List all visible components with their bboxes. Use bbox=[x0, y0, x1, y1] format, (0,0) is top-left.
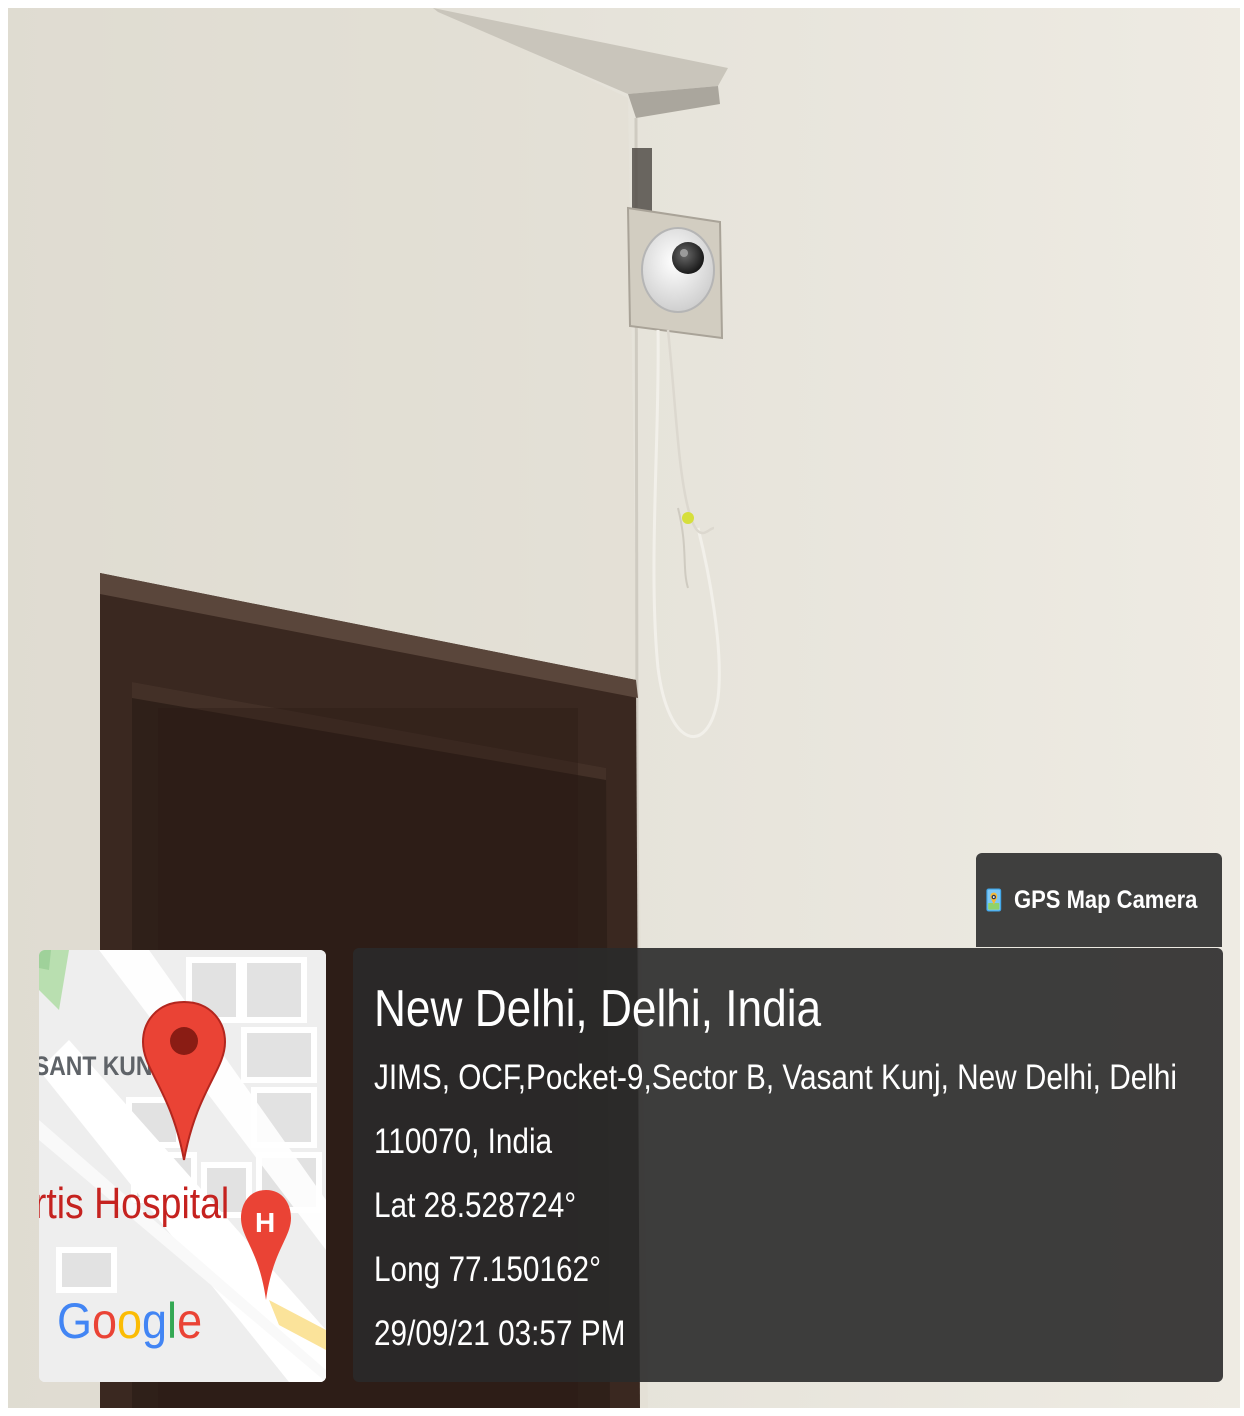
longitude-value: Long 77.150162° bbox=[374, 1250, 601, 1289]
datetime-value: 29/09/21 03:57 PM bbox=[374, 1314, 626, 1353]
gps-map-camera-app-icon bbox=[986, 888, 1002, 912]
address-line-2: 110070, India bbox=[374, 1122, 553, 1161]
cable-tie bbox=[682, 512, 694, 524]
location-info-panel: New Delhi, Delhi, India JIMS, OCF,Pocket… bbox=[353, 948, 1223, 1382]
location-title: New Delhi, Delhi, India bbox=[374, 980, 822, 1038]
latitude-value: Lat 28.528724° bbox=[374, 1186, 577, 1225]
cable-hole bbox=[632, 148, 652, 218]
gps-map-camera-badge: GPS Map Camera bbox=[976, 853, 1222, 947]
address-line-1: JIMS, OCF,Pocket-9,Sector B, Vasant Kunj… bbox=[374, 1058, 1178, 1097]
map-thumbnail: SANT KUNJ rtis Hospital H Google bbox=[39, 950, 326, 1382]
app-name-label: GPS Map Camera bbox=[1013, 885, 1197, 914]
map-image: SANT KUNJ rtis Hospital H Google bbox=[39, 950, 326, 1382]
photo-scene: GPS Map Camera SANT KUNJ rtis Hospital H… bbox=[8, 8, 1240, 1408]
hospital-marker-letter: H bbox=[255, 1207, 275, 1238]
lens-glint bbox=[680, 249, 688, 257]
google-logo: Google bbox=[57, 1294, 202, 1350]
map-poi-label: rtis Hospital bbox=[39, 1178, 229, 1228]
camera-lens bbox=[672, 242, 704, 274]
